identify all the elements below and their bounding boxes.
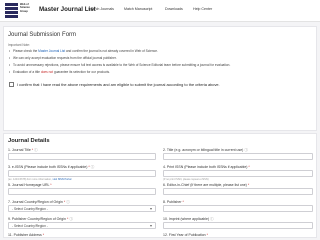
note-item: Evaluation of a title does not guarantee… <box>9 70 110 74</box>
nav-search-journals[interactable]: Search Journals <box>88 7 114 11</box>
print-issn-hint: (If no print ISSN, please repeat e-ISSN) <box>163 178 209 181</box>
nav-downloads[interactable]: Downloads <box>165 7 183 11</box>
hint-text: (ex. 1234-5678) For more information, <box>8 178 53 181</box>
eissn-hint: (ex. 1234-5678) For more information, vi… <box>8 178 71 181</box>
master-journal-list-link[interactable]: Master Journal List <box>38 49 65 53</box>
select-value: - Select Country/Region - <box>12 224 48 228</box>
label-text: 11. Publisher Address <box>8 233 42 237</box>
confirm-row: I confirm that I have read the above req… <box>8 80 316 91</box>
note-text: Evaluation of a title <box>13 70 41 74</box>
chevron-down-icon <box>150 225 152 227</box>
label-text: 1. Journal Title <box>8 148 31 152</box>
web-of-science-logo-icon[interactable] <box>5 3 18 19</box>
important-note-label: Important Note: <box>8 43 30 47</box>
page-title: Journal Submission Form <box>8 32 77 38</box>
label-text: 2. Title (e.g. acronym or bilingual titl… <box>163 148 244 152</box>
help-icon[interactable]: ⓘ <box>210 217 214 221</box>
imprint-input[interactable] <box>163 222 313 229</box>
note-text: Please check the <box>13 49 39 53</box>
journal-title-input[interactable] <box>8 153 156 160</box>
section-title: Journal Details <box>8 138 50 144</box>
logo-stripe <box>5 11 18 14</box>
required-marker: * <box>248 165 250 169</box>
eissn-input[interactable] <box>8 170 156 177</box>
publisher-country-select[interactable]: - Select Country/Region - <box>8 222 156 229</box>
nav-match-manuscript[interactable]: Match Manuscript <box>124 7 152 11</box>
help-icon[interactable]: ⓘ <box>244 148 248 152</box>
submission-notice-card: Journal Submission Form Important Note: … <box>3 26 317 131</box>
label-text: 4. Print ISSN (Please include both ISSNs… <box>163 165 248 169</box>
label-text: 10. Imprint (where applicable) <box>163 217 210 221</box>
label-text: 6. Editor-in-Chief (If there are multipl… <box>163 183 247 187</box>
nav-help-center[interactable]: Help Center <box>193 7 212 11</box>
first-year-label: 12. First Year of Publication * <box>163 233 208 237</box>
required-marker: * <box>182 200 184 204</box>
homepage-label: 5. Journal Homepage URL * <box>8 183 52 187</box>
note-item: Please check the Master Journal List and… <box>9 49 158 53</box>
page-content: Journal Submission Form Important Note: … <box>0 22 320 240</box>
print-issn-input[interactable] <box>163 170 313 177</box>
help-icon[interactable]: ⓘ <box>66 200 70 204</box>
alt-title-input[interactable] <box>163 153 313 160</box>
help-icon[interactable]: ⓘ <box>34 148 38 152</box>
publisher-input[interactable] <box>163 205 313 212</box>
publisher-address-label: 11. Publisher Address * <box>8 233 44 237</box>
required-marker: * <box>42 233 45 237</box>
note-text: and confirm the journal is not already c… <box>65 49 158 53</box>
required-marker: * <box>206 233 208 237</box>
required-marker: * <box>88 165 90 169</box>
note-item: To avoid unnecessary rejections, please … <box>9 63 231 67</box>
required-marker: * <box>50 183 52 187</box>
help-icon[interactable]: ⓘ <box>69 217 73 221</box>
required-marker: * <box>31 148 34 152</box>
label-text: 5. Journal Homepage URL <box>8 183 50 187</box>
issn-portal-link[interactable]: visit ISSN Portal <box>53 178 72 181</box>
homepage-input[interactable] <box>8 188 156 195</box>
label-text: 3. e-ISSN (Please include both ISSNs if … <box>8 165 88 169</box>
logo-stripe <box>5 7 18 10</box>
label-text: 8. Publisher <box>163 200 182 204</box>
logo-text-line: Group <box>20 9 28 13</box>
logo-wordmark: Web of Science Group <box>20 3 30 13</box>
logo-stripe <box>5 15 18 18</box>
editor-label: 6. Editor-in-Chief (If there are multipl… <box>163 183 249 187</box>
note-text: We can only accept evaluation requests f… <box>13 56 117 60</box>
top-navigation-bar: Web of Science Group Master Journal List… <box>0 0 320 22</box>
note-text: guarantee its selection for our products… <box>53 70 110 74</box>
help-icon[interactable]: ⓘ <box>91 165 95 169</box>
note-text: To avoid unnecessary rejections, please … <box>13 63 231 67</box>
select-value: - Select Country/Region - <box>12 207 48 211</box>
label-text: 7. Journal Country/Region of Origin <box>8 200 63 204</box>
label-text: 12. First Year of Publication <box>163 233 206 237</box>
logo-stripe <box>5 3 18 6</box>
label-text: 9. Publisher Country/Region of Origin <box>8 217 66 221</box>
publisher-label: 8. Publisher * <box>163 200 184 204</box>
journal-details-card: Journal Details 1. Journal Title * ⓘ 2. … <box>3 133 317 238</box>
note-emphasis: does not <box>40 70 54 74</box>
note-item: We can only accept evaluation requests f… <box>9 56 117 60</box>
confirm-label: I confirm that I have read the above req… <box>17 82 220 87</box>
print-issn-label: 4. Print ISSN (Please include both ISSNs… <box>163 165 250 169</box>
origin-select[interactable]: - Select Country/Region - <box>8 205 156 212</box>
required-marker: * <box>247 183 250 187</box>
editor-input[interactable] <box>163 188 313 195</box>
chevron-down-icon <box>150 208 152 210</box>
confirm-checkbox[interactable] <box>9 82 14 87</box>
